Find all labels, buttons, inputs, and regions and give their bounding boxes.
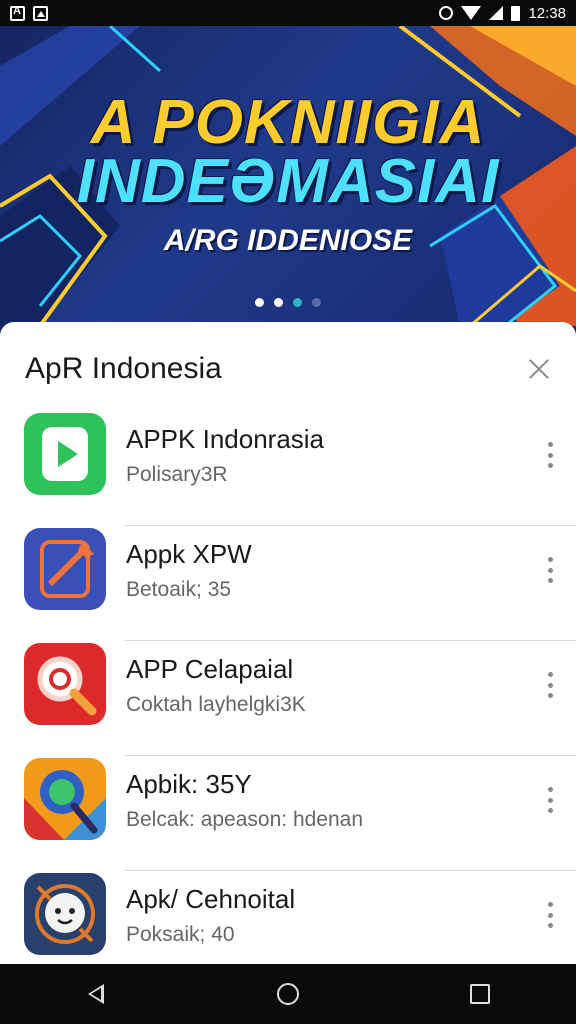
more-options-icon[interactable] — [546, 442, 554, 468]
navigation-bar — [0, 964, 576, 1024]
recents-icon — [470, 984, 490, 1004]
app-name: Appk XPW — [126, 539, 252, 569]
wifi-icon — [461, 6, 482, 20]
more-options-icon[interactable] — [546, 787, 554, 813]
banner-subtitle: A/RG IDDENIOSE — [163, 224, 413, 257]
more-options-icon[interactable] — [546, 557, 554, 583]
sheet-header: ApR Indonesia — [0, 322, 576, 410]
home-button[interactable] — [258, 964, 318, 1024]
banner-title-line2: INDEƏMASIAI — [76, 147, 500, 216]
list-item[interactable]: Appk XPW Betoaik; 35 — [0, 525, 576, 640]
mascot-icon — [24, 873, 106, 955]
status-bar: 12:38 — [0, 0, 576, 26]
more-options-icon[interactable] — [546, 672, 554, 698]
carousel-dot[interactable] — [312, 298, 321, 307]
document-pencil-icon — [24, 528, 106, 610]
list-item[interactable]: Apbik: 35Y Belcak: apeason: hdenan — [0, 755, 576, 870]
back-button[interactable] — [66, 964, 126, 1024]
list-item[interactable]: APPK Indonrasia Polisary3R — [0, 410, 576, 525]
signal-icon — [489, 6, 504, 20]
list-item[interactable]: Apk/ Cehnoital Poksaik; 40 — [0, 870, 576, 964]
app-subtitle: Betoaik; 35 — [126, 578, 232, 601]
home-icon — [277, 983, 299, 1005]
status-left-icons — [10, 5, 48, 21]
carousel-dot[interactable] — [255, 298, 264, 307]
app-subtitle: Belcak: apeason: hdenan — [126, 808, 364, 831]
carousel-dot[interactable] — [274, 298, 283, 307]
more-options-icon[interactable] — [546, 902, 554, 928]
app-name: Apbik: 35Y — [126, 769, 252, 799]
status-time: 12:38 — [528, 4, 566, 22]
banner-title-line1: A POKNIIGIA — [90, 88, 486, 157]
carousel-indicator[interactable] — [0, 298, 576, 307]
sheet-title: ApR Indonesia — [25, 352, 222, 385]
app-name: Apk/ Cehnoital — [126, 884, 296, 914]
carousel-dot-active[interactable] — [293, 298, 302, 307]
app-subtitle: Coktah layhelgki3K — [126, 693, 306, 716]
back-icon — [88, 984, 104, 1004]
palette-icon — [24, 758, 106, 840]
close-icon[interactable] — [526, 356, 552, 382]
magnifier-icon — [24, 643, 106, 725]
recents-button[interactable] — [450, 964, 510, 1024]
app-list-sheet: ApR Indonesia APPK Indonrasia Polisary3R… — [0, 322, 576, 964]
play-icon — [24, 413, 106, 495]
image-icon — [33, 5, 48, 21]
app-subtitle: Poksaik; 40 — [126, 923, 235, 946]
alarm-icon — [439, 6, 454, 20]
a-icon — [10, 5, 25, 21]
app-name: APPK Indonrasia — [126, 424, 325, 454]
list-item[interactable]: APP Celapaial Coktah layhelgki3K — [0, 640, 576, 755]
status-right-icons: 12:38 — [439, 5, 566, 22]
battery-icon — [511, 5, 521, 21]
promo-banner[interactable]: A POKNIIGIA INDEƏMASIAI A/RG IDDENIOSE — [0, 26, 576, 326]
app-subtitle: Polisary3R — [126, 463, 228, 486]
app-name: APP Celapaial — [126, 654, 294, 684]
